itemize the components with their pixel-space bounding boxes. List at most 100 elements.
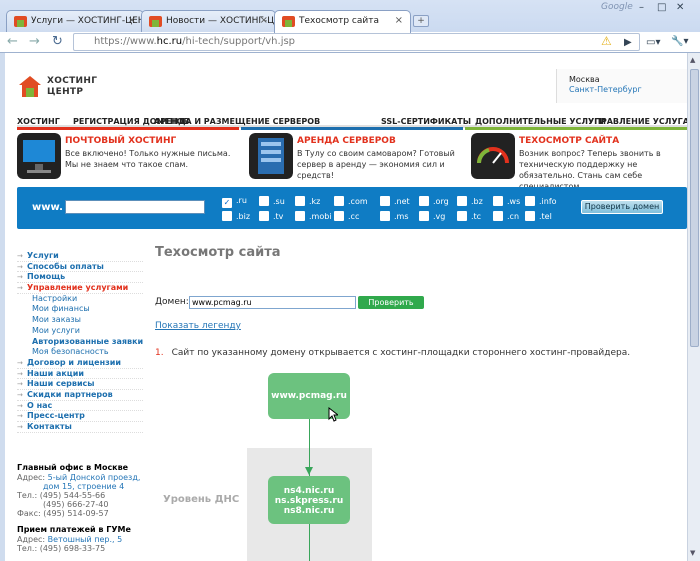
url-path: /hi-tech/support/vh.jsp (182, 36, 296, 47)
underline-blue (241, 127, 463, 130)
new-tab-button[interactable]: + (413, 15, 429, 27)
warning-icon[interactable]: ⚠ (601, 34, 612, 48)
ns-label: ns4.nic.ru (283, 486, 335, 496)
city-selector: Москва Санкт-Петербург (556, 69, 687, 103)
reload-icon[interactable]: ↻ (52, 35, 63, 49)
left-submenu-item[interactable]: Моя безопасность (17, 347, 143, 358)
zone-label: .biz (236, 212, 251, 221)
zone-checkbox[interactable]: .tc (457, 211, 481, 221)
zone-checkbox[interactable]: .biz (222, 211, 250, 221)
page-menu-icon[interactable]: ▭▾ (646, 36, 660, 50)
office-address-link[interactable]: дом 15, строение 4 (43, 482, 124, 491)
check-domain-button[interactable]: Проверить домен (581, 200, 663, 214)
left-menu-item-active[interactable]: Управление услугами (17, 283, 143, 294)
zone-checkbox[interactable]: .cc (334, 211, 359, 221)
zone-checkbox[interactable]: .su (259, 196, 285, 206)
www-label: www. (32, 202, 63, 213)
scroll-up-icon[interactable]: ▲ (690, 56, 695, 64)
zone-checkbox[interactable]: .bz (457, 196, 483, 206)
close-window-button[interactable]: ✕ (676, 2, 684, 13)
close-icon[interactable]: × (128, 15, 136, 26)
tab-services[interactable]: Услуги — ХОСТИНГ-ЦЕНТР × (6, 10, 144, 32)
menu-management[interactable]: УПРАВЛЕНИЕ УСЛУГАМИ (588, 117, 687, 126)
left-submenu-item[interactable]: Мои заказы (17, 315, 143, 326)
tab-techosmotr[interactable]: Техосмотр сайта × (274, 10, 411, 33)
domain-search-input[interactable] (65, 200, 205, 214)
left-submenu-item[interactable]: Мои услуги (17, 326, 143, 337)
zone-label: .net (394, 197, 410, 206)
zone-checkbox[interactable]: .kz (295, 196, 320, 206)
back-icon[interactable]: ← (7, 35, 18, 49)
payment-address-row: Адрес: Ветошный пер., 5 (17, 535, 123, 544)
play-icon[interactable]: ▶ (624, 36, 632, 50)
tools-menu-icon[interactable]: 🔧▾ (671, 35, 688, 49)
left-menu-item[interactable]: О нас (17, 401, 143, 412)
favicon-icon (149, 16, 162, 27)
domain-label: Домен: (155, 297, 189, 307)
domain-input[interactable]: www.pcmag.ru (189, 296, 356, 309)
close-icon[interactable]: × (395, 15, 403, 26)
gauge-icon (471, 133, 515, 179)
menu-hosting[interactable]: ХОСТИНГ (17, 117, 60, 126)
zone-checkbox[interactable]: .info (525, 196, 557, 206)
zone-checkbox[interactable]: .cn (493, 211, 519, 221)
promo-servers[interactable]: АРЕНДА СЕРВЕРОВ В Тулу со своим самоваро… (249, 133, 469, 180)
zone-checkbox[interactable]: .vg (419, 211, 445, 221)
tab-news[interactable]: Новости — ХОСТИНГ-ЦЕНТР × (141, 10, 276, 32)
menu-servers[interactable]: АРЕНДА И РАЗМЕЩЕНИЕ СЕРВЕРОВ (154, 117, 320, 126)
zone-checkbox[interactable]: .org (419, 196, 449, 206)
office-address-link[interactable]: 5-ый Донской проезд, (48, 473, 141, 482)
logo-icon[interactable] (17, 73, 43, 99)
left-menu-item[interactable]: Наши сервисы (17, 379, 143, 390)
zone-checkbox[interactable]: .ws (493, 196, 520, 206)
zone-checkbox[interactable]: .com (334, 196, 368, 206)
zone-checkbox[interactable]: ✓ .ru (222, 196, 247, 208)
left-submenu-item[interactable]: Настройки (17, 294, 143, 305)
left-menu-item[interactable]: Наши акции (17, 369, 143, 380)
logo-line-1: ХОСТИНГ (47, 76, 98, 86)
left-menu-item[interactable]: Контакты (17, 422, 143, 433)
tab-label: Техосмотр сайта (299, 16, 379, 26)
address-bar[interactable]: https://www.hc.ru/hi-tech/support/vh.jsp (73, 33, 640, 51)
promo-title: АРЕНДА СЕРВЕРОВ (297, 136, 396, 146)
zone-checkbox[interactable]: .ms (380, 211, 409, 221)
city-link[interactable]: Санкт-Петербург (569, 85, 687, 95)
menu-ssl[interactable]: SSL-СЕРТИФИКАТЫ (381, 117, 471, 126)
left-submenu-item[interactable]: Авторизованные заявки (17, 337, 143, 348)
zone-label: .ru (236, 196, 247, 205)
vertical-scrollbar[interactable]: ▲ ▼ (687, 53, 700, 561)
zone-label: .bz (471, 197, 483, 206)
minimize-button[interactable]: – (639, 2, 644, 13)
left-menu-item[interactable]: Скидки партнеров (17, 390, 143, 401)
promo-title: ПОЧТОВЫЙ ХОСТИНГ (65, 136, 177, 146)
dns-node[interactable]: ns4.nic.ru ns.skpress.ru ns8.nic.ru (268, 476, 350, 524)
left-menu-item[interactable]: Способы оплаты (17, 262, 143, 273)
left-menu-item[interactable]: Услуги (17, 251, 143, 262)
office-phone-row: (495) 666-27-40 (43, 500, 109, 509)
maximize-button[interactable]: □ (657, 2, 666, 13)
domain-search-bar: www. ✓ .ru .su .kz .com .net .org .bz .ws… (17, 187, 687, 229)
promo-techosmotr[interactable]: ТЕХОСМОТР САЙТА Возник вопрос? Теперь зв… (471, 133, 687, 191)
promo-text: Все включено! Только нужные письма. Мы н… (65, 149, 231, 169)
left-menu-item[interactable]: Помощь (17, 272, 143, 284)
check-icon: ✓ (222, 198, 232, 208)
zone-checkbox[interactable]: .tv (259, 211, 283, 221)
left-menu-item[interactable]: Пресс-центр (17, 411, 143, 422)
forward-icon[interactable]: → (29, 35, 40, 49)
zone-checkbox[interactable]: .tel (525, 211, 552, 221)
menu-additional[interactable]: ДОПОЛНИТЕЛЬНЫЕ УСЛУГИ (475, 117, 606, 126)
promo-mail[interactable]: ПОЧТОВЫЙ ХОСТИНГ Все включено! Только ну… (17, 133, 237, 179)
payment-address-link[interactable]: Ветошный пер., 5 (48, 535, 123, 544)
promo-text: Возник вопрос? Теперь звонить в техничес… (519, 149, 661, 191)
left-menu-item[interactable]: Договор и лицензии (17, 358, 143, 369)
verify-button[interactable]: Проверить (358, 296, 424, 309)
zone-checkbox[interactable]: .net (380, 196, 410, 206)
scrollbar-thumb[interactable] (690, 69, 699, 347)
close-icon[interactable]: × (260, 15, 268, 26)
show-legend-link[interactable]: Показать легенду (155, 321, 241, 331)
zone-checkbox[interactable]: .mobi (295, 211, 332, 221)
left-submenu-item[interactable]: Мои финансы (17, 304, 143, 315)
promo-text: В Тулу со своим самоваром? Готовый серве… (297, 149, 455, 180)
zone-label: .su (273, 197, 285, 206)
scroll-down-icon[interactable]: ▼ (690, 549, 695, 557)
